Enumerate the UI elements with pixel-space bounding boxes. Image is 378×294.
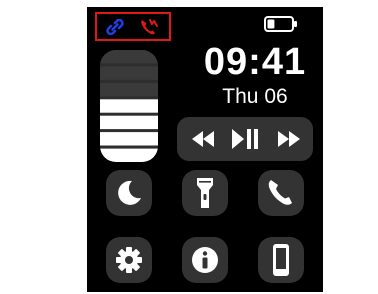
brightness-segment bbox=[100, 132, 158, 146]
play-pause-icon[interactable] bbox=[230, 128, 260, 155]
brightness-segment bbox=[100, 99, 158, 113]
watch-screen: 09:41 Thu 06 bbox=[87, 7, 323, 292]
gear-icon bbox=[114, 245, 144, 275]
missed-call-icon bbox=[139, 18, 159, 41]
settings-button[interactable] bbox=[106, 237, 152, 283]
info-icon bbox=[190, 245, 220, 275]
brightness-levels bbox=[100, 50, 158, 162]
clock-time: 09:41 bbox=[203, 41, 307, 83]
brightness-segment bbox=[100, 82, 158, 97]
brightness-slider[interactable] bbox=[100, 50, 158, 162]
phone-icon bbox=[266, 178, 296, 208]
do-not-disturb-button[interactable] bbox=[106, 170, 152, 216]
link-icon bbox=[106, 18, 124, 40]
next-icon[interactable] bbox=[276, 130, 302, 153]
brightness-segment bbox=[100, 50, 158, 64]
previous-icon[interactable] bbox=[190, 130, 216, 153]
battery-icon bbox=[264, 16, 298, 37]
status-highlight bbox=[95, 12, 171, 41]
flashlight-button[interactable] bbox=[182, 170, 228, 216]
smartphone-icon bbox=[270, 243, 292, 277]
phone-button[interactable] bbox=[258, 170, 304, 216]
brightness-segment bbox=[100, 115, 158, 130]
clock-date: Thu 06 bbox=[222, 85, 288, 108]
brightness-segment bbox=[100, 66, 158, 80]
moon-icon bbox=[114, 178, 144, 208]
brightness-segment bbox=[100, 148, 158, 162]
flashlight-icon bbox=[194, 176, 216, 210]
find-phone-button[interactable] bbox=[258, 237, 304, 283]
info-button[interactable] bbox=[182, 237, 228, 283]
media-controls bbox=[177, 117, 313, 161]
